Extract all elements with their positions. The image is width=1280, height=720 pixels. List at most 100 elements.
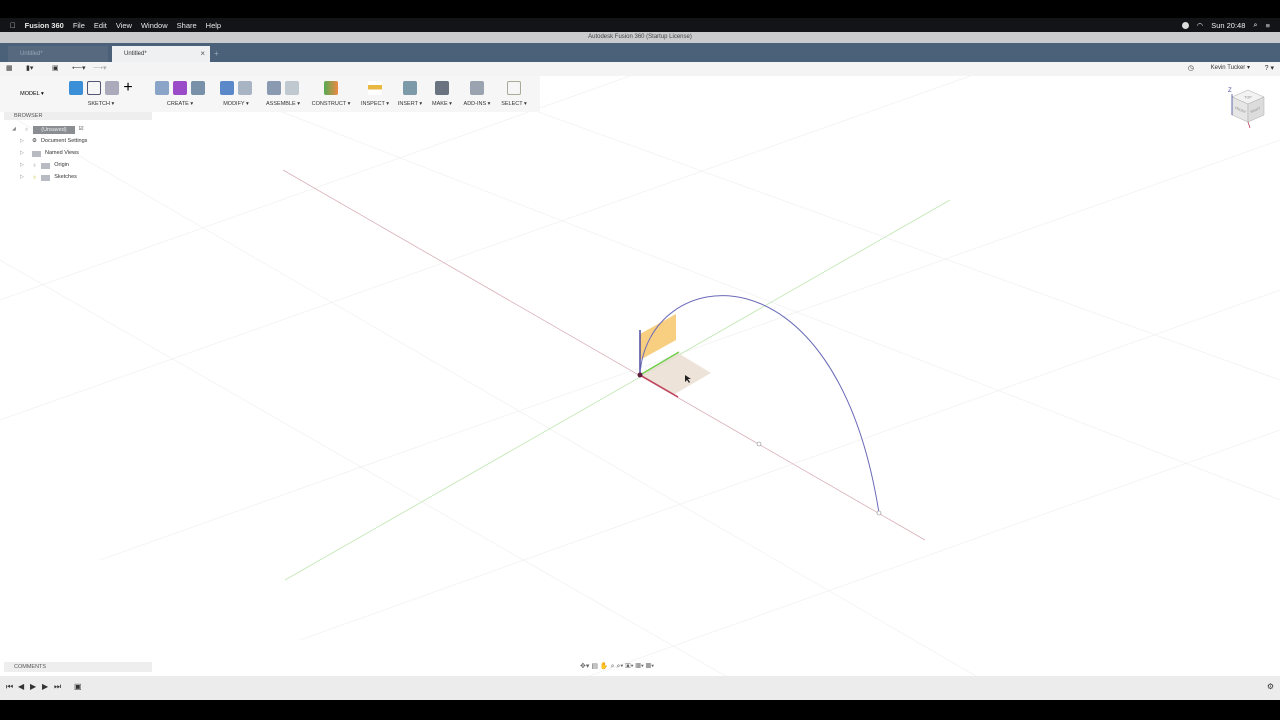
construct-group[interactable]: CONSTRUCT ▾ xyxy=(308,76,354,112)
3d-print-icon[interactable] xyxy=(435,81,449,95)
go-to-end-icon[interactable]: ⏭ xyxy=(54,682,61,692)
make-menu[interactable]: MAKE ▾ xyxy=(428,100,456,108)
insert-image-icon[interactable] xyxy=(403,81,417,95)
menu-app[interactable]: Fusion 360 xyxy=(25,21,64,30)
view-cube[interactable]: Z TOP FRONT RIGHT xyxy=(1228,84,1268,135)
addins-menu[interactable]: ADD-INS ▾ xyxy=(460,100,494,108)
pan-icon[interactable]: ✋ xyxy=(600,663,609,670)
point-icon[interactable]: + xyxy=(123,79,132,97)
menu-window[interactable]: Window xyxy=(141,21,168,30)
insert-group[interactable]: INSERT ▾ xyxy=(396,76,424,112)
step-back-icon[interactable]: ◀ xyxy=(18,682,24,691)
select-menu[interactable]: SELECT ▾ xyxy=(498,100,530,108)
job-status-icon[interactable]: ◷ xyxy=(1188,64,1194,72)
joint-icon[interactable] xyxy=(285,81,299,95)
undo-icon[interactable]: ⟵▾ xyxy=(72,64,86,72)
tab-untitled-1[interactable]: Untitled* xyxy=(8,46,108,62)
go-to-start-icon[interactable]: ⏮ xyxy=(6,682,13,692)
lightbulb-icon[interactable]: ♁ xyxy=(32,160,37,171)
navigation-bar: ✥▾ ▤ ✋ ⌕ ⌕▾ ▣▾ ▦▾ ▦▾ xyxy=(580,662,654,671)
wifi-icon[interactable]: ◠ xyxy=(1197,21,1204,30)
create-group[interactable]: CREATE ▾ xyxy=(150,76,210,112)
display-settings-icon[interactable]: ▣▾ xyxy=(625,663,633,670)
insert-menu[interactable]: INSERT ▾ xyxy=(396,100,424,108)
apple-icon[interactable]:  xyxy=(10,21,16,30)
inspect-group[interactable]: INSPECT ▾ xyxy=(358,76,392,112)
browser-item-origin[interactable]: ▷ ♁ Origin xyxy=(20,160,69,171)
grid-settings-icon[interactable]: ▦▾ xyxy=(636,663,644,670)
sketch-group[interactable]: + SKETCH ▾ xyxy=(58,76,144,112)
rectangle-icon[interactable] xyxy=(105,81,120,95)
browser-root[interactable]: ◢ ♁ (Unsaved) ☑ xyxy=(12,124,84,135)
close-icon[interactable]: × xyxy=(200,46,205,62)
shell-icon[interactable] xyxy=(238,81,252,95)
menu-file[interactable]: File xyxy=(73,21,85,30)
mirror-icon[interactable] xyxy=(191,81,205,95)
timeline-settings-icon[interactable]: ⚙ xyxy=(1267,682,1274,691)
construct-menu[interactable]: CONSTRUCT ▾ xyxy=(308,100,354,108)
tab-untitled-2[interactable]: Untitled* × xyxy=(112,46,210,62)
new-tab-button[interactable]: + xyxy=(214,46,219,62)
folder-icon xyxy=(32,150,41,157)
menu-help[interactable]: Help xyxy=(206,21,221,30)
arc-center-point[interactable] xyxy=(756,441,762,447)
inspect-menu[interactable]: INSPECT ▾ xyxy=(358,100,392,108)
browser-item-document-settings[interactable]: ▷ ⚙ Document Settings xyxy=(20,136,87,147)
redo-icon[interactable]: ⟶▾ xyxy=(93,64,107,72)
arc-end-point[interactable] xyxy=(876,510,882,516)
press-pull-icon[interactable] xyxy=(220,81,234,95)
look-at-icon[interactable]: ▤ xyxy=(591,663,598,670)
record-icon[interactable] xyxy=(1181,21,1189,29)
user-menu[interactable]: Kevin Tucker ▾ xyxy=(1211,64,1250,71)
addins-group[interactable]: ADD-INS ▾ xyxy=(460,76,494,112)
browser-header[interactable]: BROWSER xyxy=(4,112,152,120)
arc-icon[interactable] xyxy=(87,81,102,95)
clock[interactable]: Sun 20:48 xyxy=(1211,21,1245,30)
select-group[interactable]: SELECT ▾ xyxy=(498,76,530,112)
assemble-group[interactable]: ASSEMBLE ▾ xyxy=(262,76,304,112)
search-icon[interactable]: ⌕ xyxy=(1253,20,1257,30)
measure-icon[interactable] xyxy=(368,81,382,95)
file-menu-icon[interactable]: ▮▾ xyxy=(26,64,33,72)
modify-group[interactable]: MODIFY ▾ xyxy=(214,76,258,112)
menu-edit[interactable]: Edit xyxy=(94,21,107,30)
sketch-menu[interactable]: SKETCH ▾ xyxy=(58,100,144,108)
browser-item-sketches[interactable]: ▷ ♁ Sketches xyxy=(20,172,77,183)
plane-icon[interactable] xyxy=(324,81,338,95)
fit-icon[interactable]: ⌕▾ xyxy=(616,663,623,670)
select-icon[interactable] xyxy=(507,81,521,95)
menu-list-icon[interactable]: ≡ xyxy=(1266,21,1270,30)
origin-point[interactable] xyxy=(637,372,643,378)
zoom-icon[interactable]: ⌕ xyxy=(611,663,615,670)
lightbulb-icon[interactable]: ♁ xyxy=(24,124,29,135)
workspace-switcher[interactable]: MODEL ▾ xyxy=(10,76,54,112)
browser-panel: BROWSER ◢ ♁ (Unsaved) ☑ ▷ ⚙ Document Settings… xyxy=(4,112,152,184)
make-group[interactable]: MAKE ▾ xyxy=(428,76,456,112)
play-icon[interactable]: ▶ xyxy=(30,682,36,691)
cube-top-label: TOP xyxy=(1244,96,1252,100)
menu-view[interactable]: View xyxy=(116,21,132,30)
item-label: Sketches xyxy=(54,174,77,180)
viewports-icon[interactable]: ▦▾ xyxy=(646,663,654,670)
menu-share[interactable]: Share xyxy=(177,21,197,30)
step-forward-icon[interactable]: ▶ xyxy=(42,682,48,691)
comments-panel[interactable]: COMMENTS xyxy=(4,662,152,672)
browser-item-named-views[interactable]: ▷ Named Views xyxy=(20,148,79,159)
assemble-menu[interactable]: ASSEMBLE ▾ xyxy=(262,100,304,108)
create-sketch-icon[interactable] xyxy=(69,81,84,95)
create-menu[interactable]: CREATE ▾ xyxy=(150,100,210,108)
3d-viewport[interactable] xyxy=(0,0,1280,691)
window-title: Autodesk Fusion 360 (Startup License) xyxy=(0,32,1280,43)
form-icon[interactable] xyxy=(173,81,187,95)
extrude-icon[interactable] xyxy=(155,81,169,95)
scripts-icon[interactable] xyxy=(470,81,484,95)
modify-menu[interactable]: MODIFY ▾ xyxy=(214,100,258,108)
timeline-sketch-feature[interactable]: ▣ xyxy=(74,682,82,691)
apps-grid-icon[interactable]: ▦ xyxy=(6,64,13,72)
save-icon[interactable]: ▣ xyxy=(52,64,59,72)
help-menu[interactable]: ? ▾ xyxy=(1265,64,1274,72)
orbit-icon[interactable]: ✥▾ xyxy=(580,663,589,670)
component-icon[interactable] xyxy=(267,81,281,95)
active-check-icon[interactable]: ☑ xyxy=(79,124,84,135)
lightbulb-icon[interactable]: ♁ xyxy=(32,172,37,183)
